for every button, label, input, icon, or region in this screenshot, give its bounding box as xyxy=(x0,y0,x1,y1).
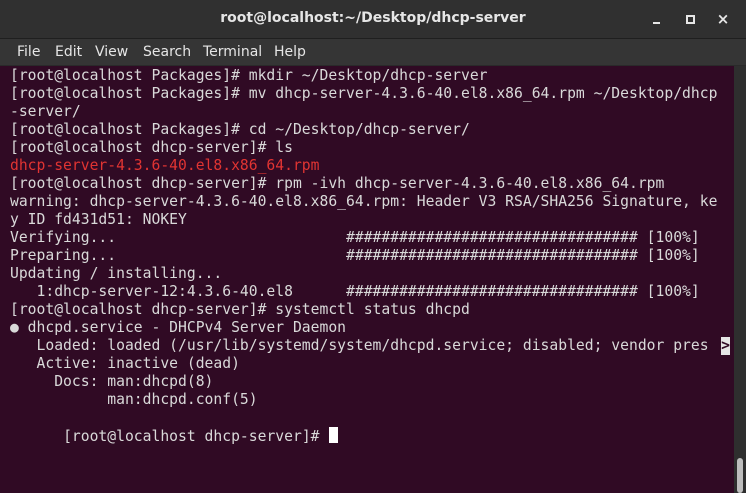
close-icon: × xyxy=(716,10,730,28)
menu-terminal[interactable]: Terminal xyxy=(203,43,262,61)
terminal-line: [root@localhost dhcp-server]# rpm -ivh d… xyxy=(10,175,665,192)
minimize-button[interactable] xyxy=(647,9,667,29)
terminal-line: Preparing... ###########################… xyxy=(10,247,700,264)
terminal-line: warning: dhcp-server-4.3.6-40.el8.x86_64… xyxy=(10,193,718,210)
terminal-window: root@localhost:~/Desktop/dhcp-server × F… xyxy=(0,0,746,493)
rpm-file-listing: dhcp-server-4.3.6-40.el8.x86_64.rpm xyxy=(10,157,320,174)
menu-edit[interactable]: Edit xyxy=(55,43,82,61)
terminal-line: [root@localhost dhcp-server]# ls xyxy=(10,139,293,156)
terminal-line: -server/ xyxy=(10,103,81,120)
terminal-line: man:dhcpd.conf(5) xyxy=(10,391,258,408)
terminal-line: [root@localhost Packages]# mkdir ~/Deskt… xyxy=(10,67,488,84)
truncation-marker: > xyxy=(721,337,730,355)
terminal-line: Active: inactive (dead) xyxy=(10,355,240,372)
terminal-line: [root@localhost dhcp-server]# systemctl … xyxy=(10,301,470,318)
terminal-line: [root@localhost Packages]# mv dhcp-serve… xyxy=(10,85,718,102)
scrollbar-thumb[interactable] xyxy=(737,458,743,493)
text-cursor xyxy=(329,427,339,443)
title-bar[interactable]: root@localhost:~/Desktop/dhcp-server × xyxy=(0,0,746,39)
close-button[interactable]: × xyxy=(713,9,733,29)
terminal-line: Loaded: loaded (/usr/lib/systemd/system/… xyxy=(10,337,709,354)
menu-file[interactable]: File xyxy=(17,43,40,61)
command-prompt-line[interactable]: [root@localhost dhcp-server]# xyxy=(10,409,339,445)
terminal-output[interactable]: [root@localhost Packages]# mkdir ~/Deskt… xyxy=(0,66,734,493)
terminal-line: 1:dhcp-server-12:4.3.6-40.el8 ##########… xyxy=(10,283,700,300)
maximize-button[interactable] xyxy=(680,9,700,29)
terminal-line: Verifying... ###########################… xyxy=(10,229,700,246)
terminal-line: [root@localhost Packages]# cd ~/Desktop/… xyxy=(10,121,470,138)
menu-bar: File Edit View Search Terminal Help xyxy=(0,39,746,66)
terminal-line: Updating / installing... xyxy=(10,265,223,282)
terminal-line: ● dhcpd.service - DHCPv4 Server Daemon xyxy=(10,319,347,336)
terminal-line: Docs: man:dhcpd(8) xyxy=(10,373,214,390)
minimize-icon xyxy=(653,22,660,24)
menu-view[interactable]: View xyxy=(95,43,128,61)
menu-search[interactable]: Search xyxy=(143,43,191,61)
window-title: root@localhost:~/Desktop/dhcp-server xyxy=(220,10,526,26)
maximize-icon xyxy=(686,15,695,24)
terminal-line: y ID fd431d51: NOKEY xyxy=(10,211,187,228)
command-prompt: [root@localhost dhcp-server]# xyxy=(63,428,329,445)
scrollbar-track[interactable] xyxy=(734,66,746,493)
menu-help[interactable]: Help xyxy=(274,43,306,61)
